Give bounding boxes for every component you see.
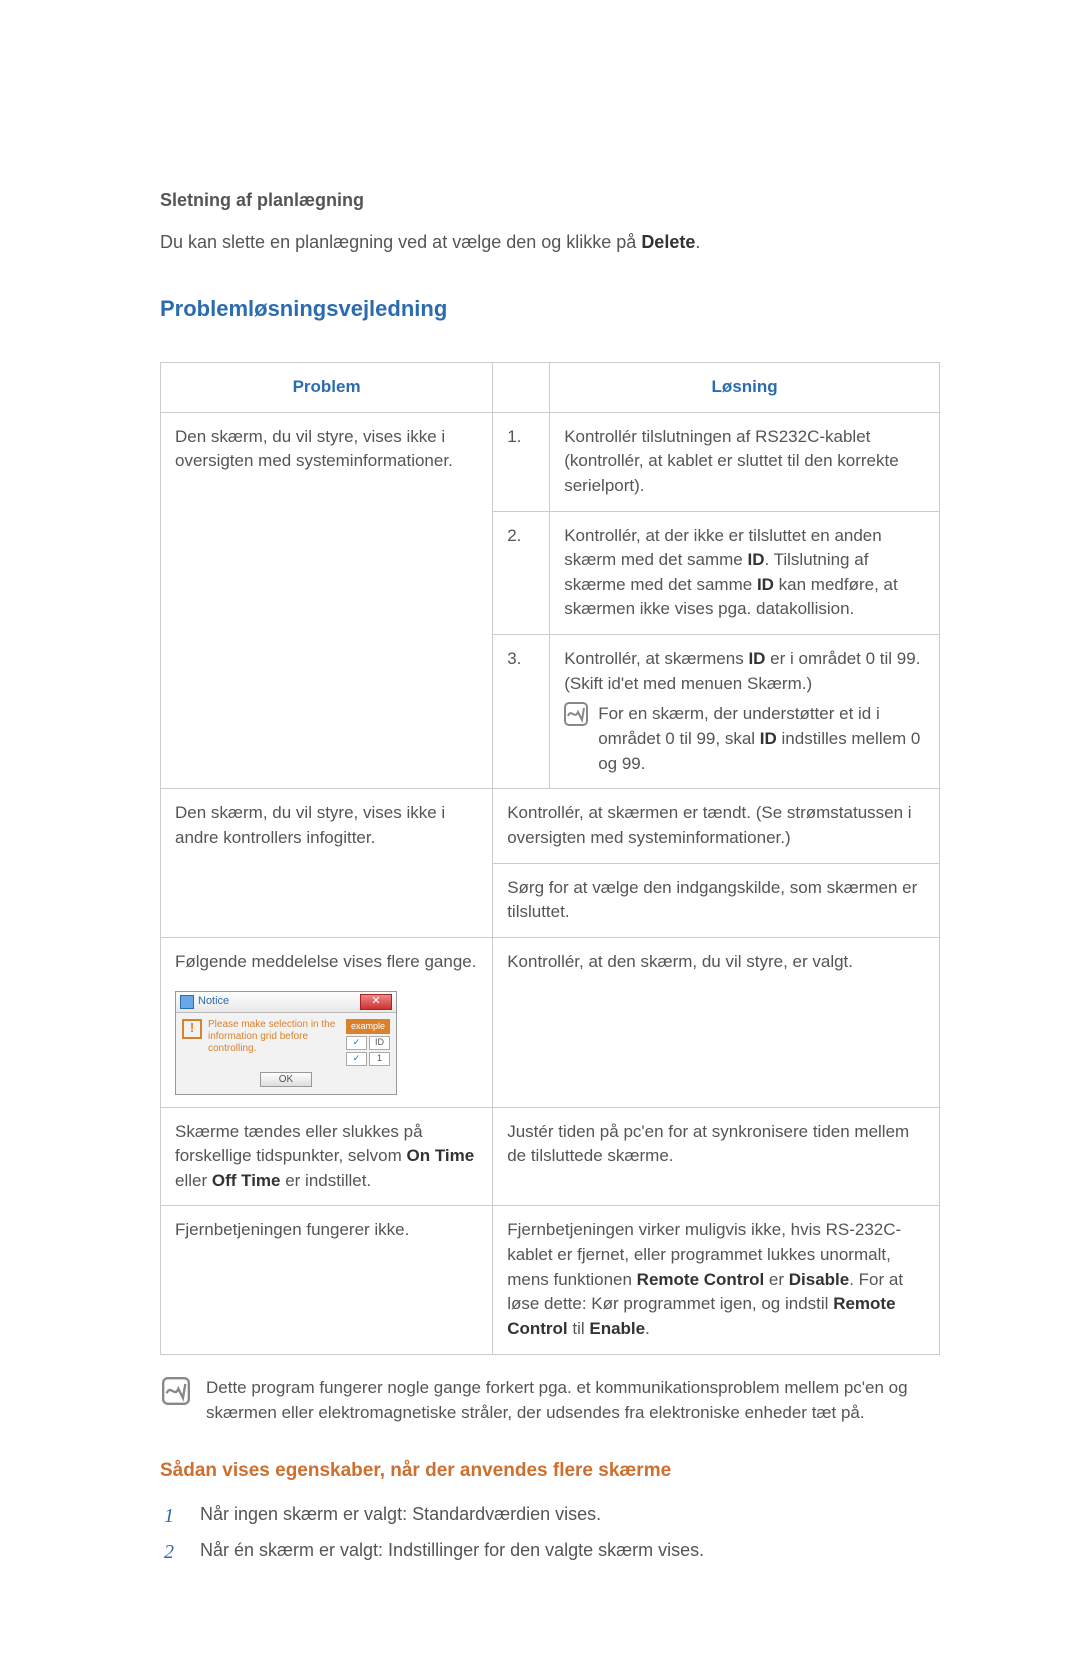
solution-cell: Justér tiden på pc'en for at synkroniser… — [493, 1107, 940, 1206]
header-problem: Problem — [161, 363, 493, 413]
example-label: example — [346, 1019, 390, 1034]
close-icon[interactable]: ✕ — [360, 994, 392, 1010]
text: eller — [175, 1171, 212, 1190]
table-row: Følgende meddelelse vises flere gange. N… — [161, 937, 940, 1107]
page-content: Sletning af planlægning Du kan slette en… — [0, 0, 1080, 1672]
example-dialog: Notice ✕ ! Please make selection in the … — [175, 991, 397, 1095]
dialog-message: Please make selection in the information… — [208, 1019, 340, 1055]
list-item: 2 Når én skærm er valgt: Indstillinger f… — [164, 1536, 940, 1568]
problem-cell: Skærme tændes eller slukkes på forskelli… — [161, 1107, 493, 1206]
text: Kontrollér, at skærmens — [564, 649, 748, 668]
note-icon — [162, 1377, 190, 1405]
table-header-row: Problem Løsning — [161, 363, 940, 413]
text: til — [568, 1319, 590, 1338]
bold-enable: Enable — [589, 1319, 645, 1338]
text: Følgende meddelelse vises flere gange. — [175, 952, 476, 971]
header-spacer — [493, 363, 550, 413]
header-solution: Løsning — [550, 363, 940, 413]
app-icon — [180, 995, 194, 1009]
text: . — [645, 1319, 650, 1338]
dialog-title: Notice — [180, 994, 229, 1010]
warning-icon: ! — [182, 1019, 202, 1039]
dialog-footer: OK — [176, 1068, 396, 1094]
dialog-example-grid: example ID 1 — [346, 1019, 390, 1066]
section-heading: Problemløsningsvejledning — [160, 296, 940, 322]
note-icon — [564, 702, 588, 726]
subsection-heading: Sådan vises egenskaber, når der anvendes… — [160, 1460, 940, 1482]
table-row: Skærme tændes eller slukkes på forskelli… — [161, 1107, 940, 1206]
problem-cell: Følgende meddelelse vises flere gange. N… — [161, 937, 493, 1107]
solution-cell: Sørg for at vælge den indgangskilde, som… — [493, 863, 940, 937]
subsection-title: Sletning af planlægning — [160, 190, 940, 211]
table-row: Den skærm, du vil styre, vises ikke i ov… — [161, 412, 940, 511]
inline-note: For en skærm, der understøtter et id i o… — [564, 702, 925, 776]
text: er indstillet. — [281, 1171, 372, 1190]
footnote-text: Dette program fungerer nogle gange forke… — [206, 1375, 938, 1426]
bold-remote-control: Remote Control — [637, 1270, 765, 1289]
table-row: Fjernbetjeningen fungerer ikke. Fjernbet… — [161, 1206, 940, 1354]
grid-cell-check — [346, 1052, 367, 1066]
dialog-body: ! Please make selection in the informati… — [176, 1013, 396, 1068]
ok-button[interactable]: OK — [260, 1072, 312, 1087]
solution-cell: Kontrollér tilslutningen af RS232C-kable… — [550, 412, 940, 511]
problem-cell: Den skærm, du vil styre, vises ikke i ov… — [161, 412, 493, 789]
footnote: Dette program fungerer nogle gange forke… — [160, 1375, 940, 1426]
paragraph: Du kan slette en planlægning ved at vælg… — [160, 229, 940, 256]
bold-on-time: On Time — [407, 1146, 475, 1165]
solution-number: 3. — [493, 635, 550, 789]
grid-cell-id: ID — [369, 1036, 390, 1050]
solution-cell: Kontrollér, at den skærm, du vil styre, … — [493, 937, 940, 1107]
solution-number: 2. — [493, 511, 550, 635]
bold-id: ID — [760, 729, 777, 748]
note-text: For en skærm, der understøtter et id i o… — [598, 702, 925, 776]
table-row: Den skærm, du vil styre, vises ikke i an… — [161, 789, 940, 863]
text: er — [764, 1270, 789, 1289]
solution-cell: Kontrollér, at skærmen er tændt. (Se str… — [493, 789, 940, 863]
bold-delete: Delete — [641, 232, 695, 252]
step-text: Når én skærm er valgt: Indstillinger for… — [200, 1536, 704, 1568]
bold-disable: Disable — [789, 1270, 849, 1289]
bold-id: ID — [748, 649, 765, 668]
grid-cell-check — [346, 1036, 367, 1050]
solution-cell: Kontrollér, at der ikke er tilsluttet en… — [550, 511, 940, 635]
step-list: 1 Når ingen skærm er valgt: Standardværd… — [164, 1500, 940, 1568]
dialog-titlebar: Notice ✕ — [176, 992, 396, 1013]
text: Skærme tændes eller slukkes på forskelli… — [175, 1122, 423, 1166]
problem-cell: Fjernbetjeningen fungerer ikke. — [161, 1206, 493, 1354]
troubleshooting-table: Problem Løsning Den skærm, du vil styre,… — [160, 362, 940, 1355]
solution-number: 1. — [493, 412, 550, 511]
text: Du kan slette en planlægning ved at vælg… — [160, 232, 641, 252]
bold-id: ID — [757, 575, 774, 594]
bold-id: ID — [747, 550, 764, 569]
text: . — [695, 232, 700, 252]
grid-cell-value: 1 — [369, 1052, 390, 1066]
step-number: 2 — [164, 1536, 182, 1568]
solution-cell: Kontrollér, at skærmens ID er i området … — [550, 635, 940, 789]
bold-off-time: Off Time — [212, 1171, 281, 1190]
problem-cell: Den skærm, du vil styre, vises ikke i an… — [161, 789, 493, 938]
dialog-title-text: Notice — [198, 994, 229, 1010]
solution-cell: Fjernbetjeningen virker muligvis ikke, h… — [493, 1206, 940, 1354]
